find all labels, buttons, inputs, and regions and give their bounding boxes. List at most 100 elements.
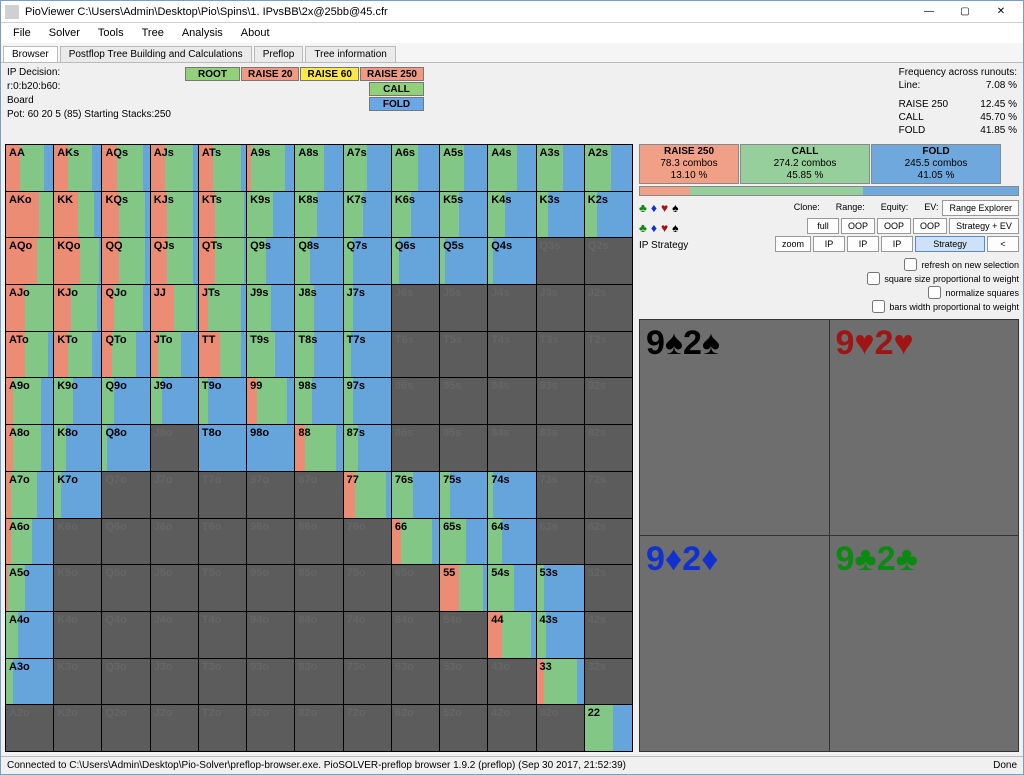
menu-tools[interactable]: Tools <box>90 25 132 41</box>
hand-cell-88[interactable]: 88 <box>295 425 342 471</box>
hand-cell-87o[interactable]: 87o <box>295 472 342 518</box>
club-icon[interactable]: ♣ <box>639 221 647 235</box>
board-cell-club[interactable]: 9♣2♣ <box>830 536 1019 751</box>
hand-cell-83s[interactable]: 83s <box>537 425 584 471</box>
hand-cell-KK[interactable]: KK <box>54 192 101 238</box>
hand-cell-Q4o[interactable]: Q4o <box>102 612 149 658</box>
btn-strategy[interactable]: Strategy <box>915 236 985 252</box>
hand-cell-K6o[interactable]: K6o <box>54 519 101 565</box>
btn-ip[interactable]: IP <box>813 236 845 252</box>
checkbox[interactable] <box>867 272 880 285</box>
board-cell-heart[interactable]: 9♥2♥ <box>830 320 1019 535</box>
hand-cell-66[interactable]: 66 <box>392 519 439 565</box>
hand-cell-77[interactable]: 77 <box>344 472 391 518</box>
hand-cell-63s[interactable]: 63s <box>537 519 584 565</box>
btn-zoom[interactable]: zoom <box>775 236 811 252</box>
tab-postflop-tree-building-and-calculations[interactable]: Postflop Tree Building and Calculations <box>60 46 252 62</box>
check-refresh[interactable]: refresh on new selection <box>904 258 1019 271</box>
hand-cell-54s[interactable]: 54s <box>488 565 535 611</box>
hand-cell-85s[interactable]: 85s <box>440 425 487 471</box>
hand-cell-A8s[interactable]: A8s <box>295 145 342 191</box>
hand-cell-43o[interactable]: 43o <box>488 659 535 705</box>
hand-cell-KQs[interactable]: KQs <box>102 192 149 238</box>
hand-cell-62o[interactable]: 62o <box>392 705 439 751</box>
hand-cell-J3s[interactable]: J3s <box>537 285 584 331</box>
hand-cell-J2o[interactable]: J2o <box>151 705 198 751</box>
hand-cell-82s[interactable]: 82s <box>585 425 632 471</box>
hand-cell-55[interactable]: 55 <box>440 565 487 611</box>
hand-cell-63o[interactable]: 63o <box>392 659 439 705</box>
hand-cell-96s[interactable]: 96s <box>392 378 439 424</box>
hand-cell-QTo[interactable]: QTo <box>102 332 149 378</box>
hand-cell-A4o[interactable]: A4o <box>6 612 53 658</box>
hand-cell-JTo[interactable]: JTo <box>151 332 198 378</box>
hand-cell-52o[interactable]: 52o <box>440 705 487 751</box>
hand-cell-AA[interactable]: AA <box>6 145 53 191</box>
hand-grid[interactable]: AAAKsAQsAJsATsA9sA8sA7sA6sA5sA4sA3sA2sAK… <box>5 144 633 752</box>
hand-cell-93o[interactable]: 93o <box>247 659 294 705</box>
hand-cell-A9s[interactable]: A9s <box>247 145 294 191</box>
hand-cell-K7s[interactable]: K7s <box>344 192 391 238</box>
hand-cell-73o[interactable]: 73o <box>344 659 391 705</box>
spade-icon[interactable]: ♠ <box>672 221 678 235</box>
hand-cell-52s[interactable]: 52s <box>585 565 632 611</box>
hand-cell-T9s[interactable]: T9s <box>247 332 294 378</box>
hand-cell-KTo[interactable]: KTo <box>54 332 101 378</box>
hand-cell-Q8o[interactable]: Q8o <box>102 425 149 471</box>
hand-cell-76o[interactable]: 76o <box>344 519 391 565</box>
board-cell-diamond[interactable]: 9♦2♦ <box>640 536 829 751</box>
hand-cell-54o[interactable]: 54o <box>440 612 487 658</box>
hand-cell-94o[interactable]: 94o <box>247 612 294 658</box>
hand-cell-JTs[interactable]: JTs <box>199 285 246 331</box>
hand-cell-32s[interactable]: 32s <box>585 659 632 705</box>
checkbox[interactable] <box>872 300 885 313</box>
diamond-icon[interactable]: ♦ <box>651 221 657 235</box>
range-explorer-button[interactable]: Range Explorer <box>942 200 1019 216</box>
hand-cell-65s[interactable]: 65s <box>440 519 487 565</box>
hand-cell-K3s[interactable]: K3s <box>537 192 584 238</box>
hand-cell-43s[interactable]: 43s <box>537 612 584 658</box>
hand-cell-73s[interactable]: 73s <box>537 472 584 518</box>
hand-cell-K8o[interactable]: K8o <box>54 425 101 471</box>
hand-cell-K8s[interactable]: K8s <box>295 192 342 238</box>
hand-cell-53o[interactable]: 53o <box>440 659 487 705</box>
hand-cell-ATo[interactable]: ATo <box>6 332 53 378</box>
check-normalize[interactable]: normalize squares <box>928 286 1019 299</box>
hand-cell-KJs[interactable]: KJs <box>151 192 198 238</box>
hand-cell-K3o[interactable]: K3o <box>54 659 101 705</box>
hand-cell-Q5o[interactable]: Q5o <box>102 565 149 611</box>
hand-cell-K2s[interactable]: K2s <box>585 192 632 238</box>
hand-cell-72o[interactable]: 72o <box>344 705 391 751</box>
tab-preflop[interactable]: Preflop <box>254 46 304 62</box>
menu-about[interactable]: About <box>233 25 278 41</box>
hand-cell-A2s[interactable]: A2s <box>585 145 632 191</box>
hand-cell-K4s[interactable]: K4s <box>488 192 535 238</box>
hand-cell-J8o[interactable]: J8o <box>151 425 198 471</box>
node-call[interactable]: CALL <box>369 82 424 96</box>
hand-cell-J2s[interactable]: J2s <box>585 285 632 331</box>
hand-cell-Q3o[interactable]: Q3o <box>102 659 149 705</box>
hand-cell-Q7o[interactable]: Q7o <box>102 472 149 518</box>
hand-cell-A4s[interactable]: A4s <box>488 145 535 191</box>
hand-cell-J5s[interactable]: J5s <box>440 285 487 331</box>
hand-cell-65o[interactable]: 65o <box>392 565 439 611</box>
hand-cell-Q5s[interactable]: Q5s <box>440 238 487 284</box>
menu-file[interactable]: File <box>5 25 39 41</box>
hand-cell-Q2s[interactable]: Q2s <box>585 238 632 284</box>
hand-cell-Q2o[interactable]: Q2o <box>102 705 149 751</box>
hand-cell-96o[interactable]: 96o <box>247 519 294 565</box>
hand-cell-T3s[interactable]: T3s <box>537 332 584 378</box>
spade-icon[interactable]: ♠ <box>672 201 678 215</box>
close-button[interactable]: ✕ <box>983 2 1019 22</box>
hand-cell-KQo[interactable]: KQo <box>54 238 101 284</box>
hand-cell-99[interactable]: 99 <box>247 378 294 424</box>
hand-cell-J3o[interactable]: J3o <box>151 659 198 705</box>
menu-solver[interactable]: Solver <box>41 25 88 41</box>
tab-browser[interactable]: Browser <box>3 46 58 62</box>
hand-cell-T3o[interactable]: T3o <box>199 659 246 705</box>
hand-cell-A3o[interactable]: A3o <box>6 659 53 705</box>
hand-cell-64o[interactable]: 64o <box>392 612 439 658</box>
minimize-button[interactable]: — <box>911 2 947 22</box>
hand-cell-AKs[interactable]: AKs <box>54 145 101 191</box>
hand-cell-JJ[interactable]: JJ <box>151 285 198 331</box>
